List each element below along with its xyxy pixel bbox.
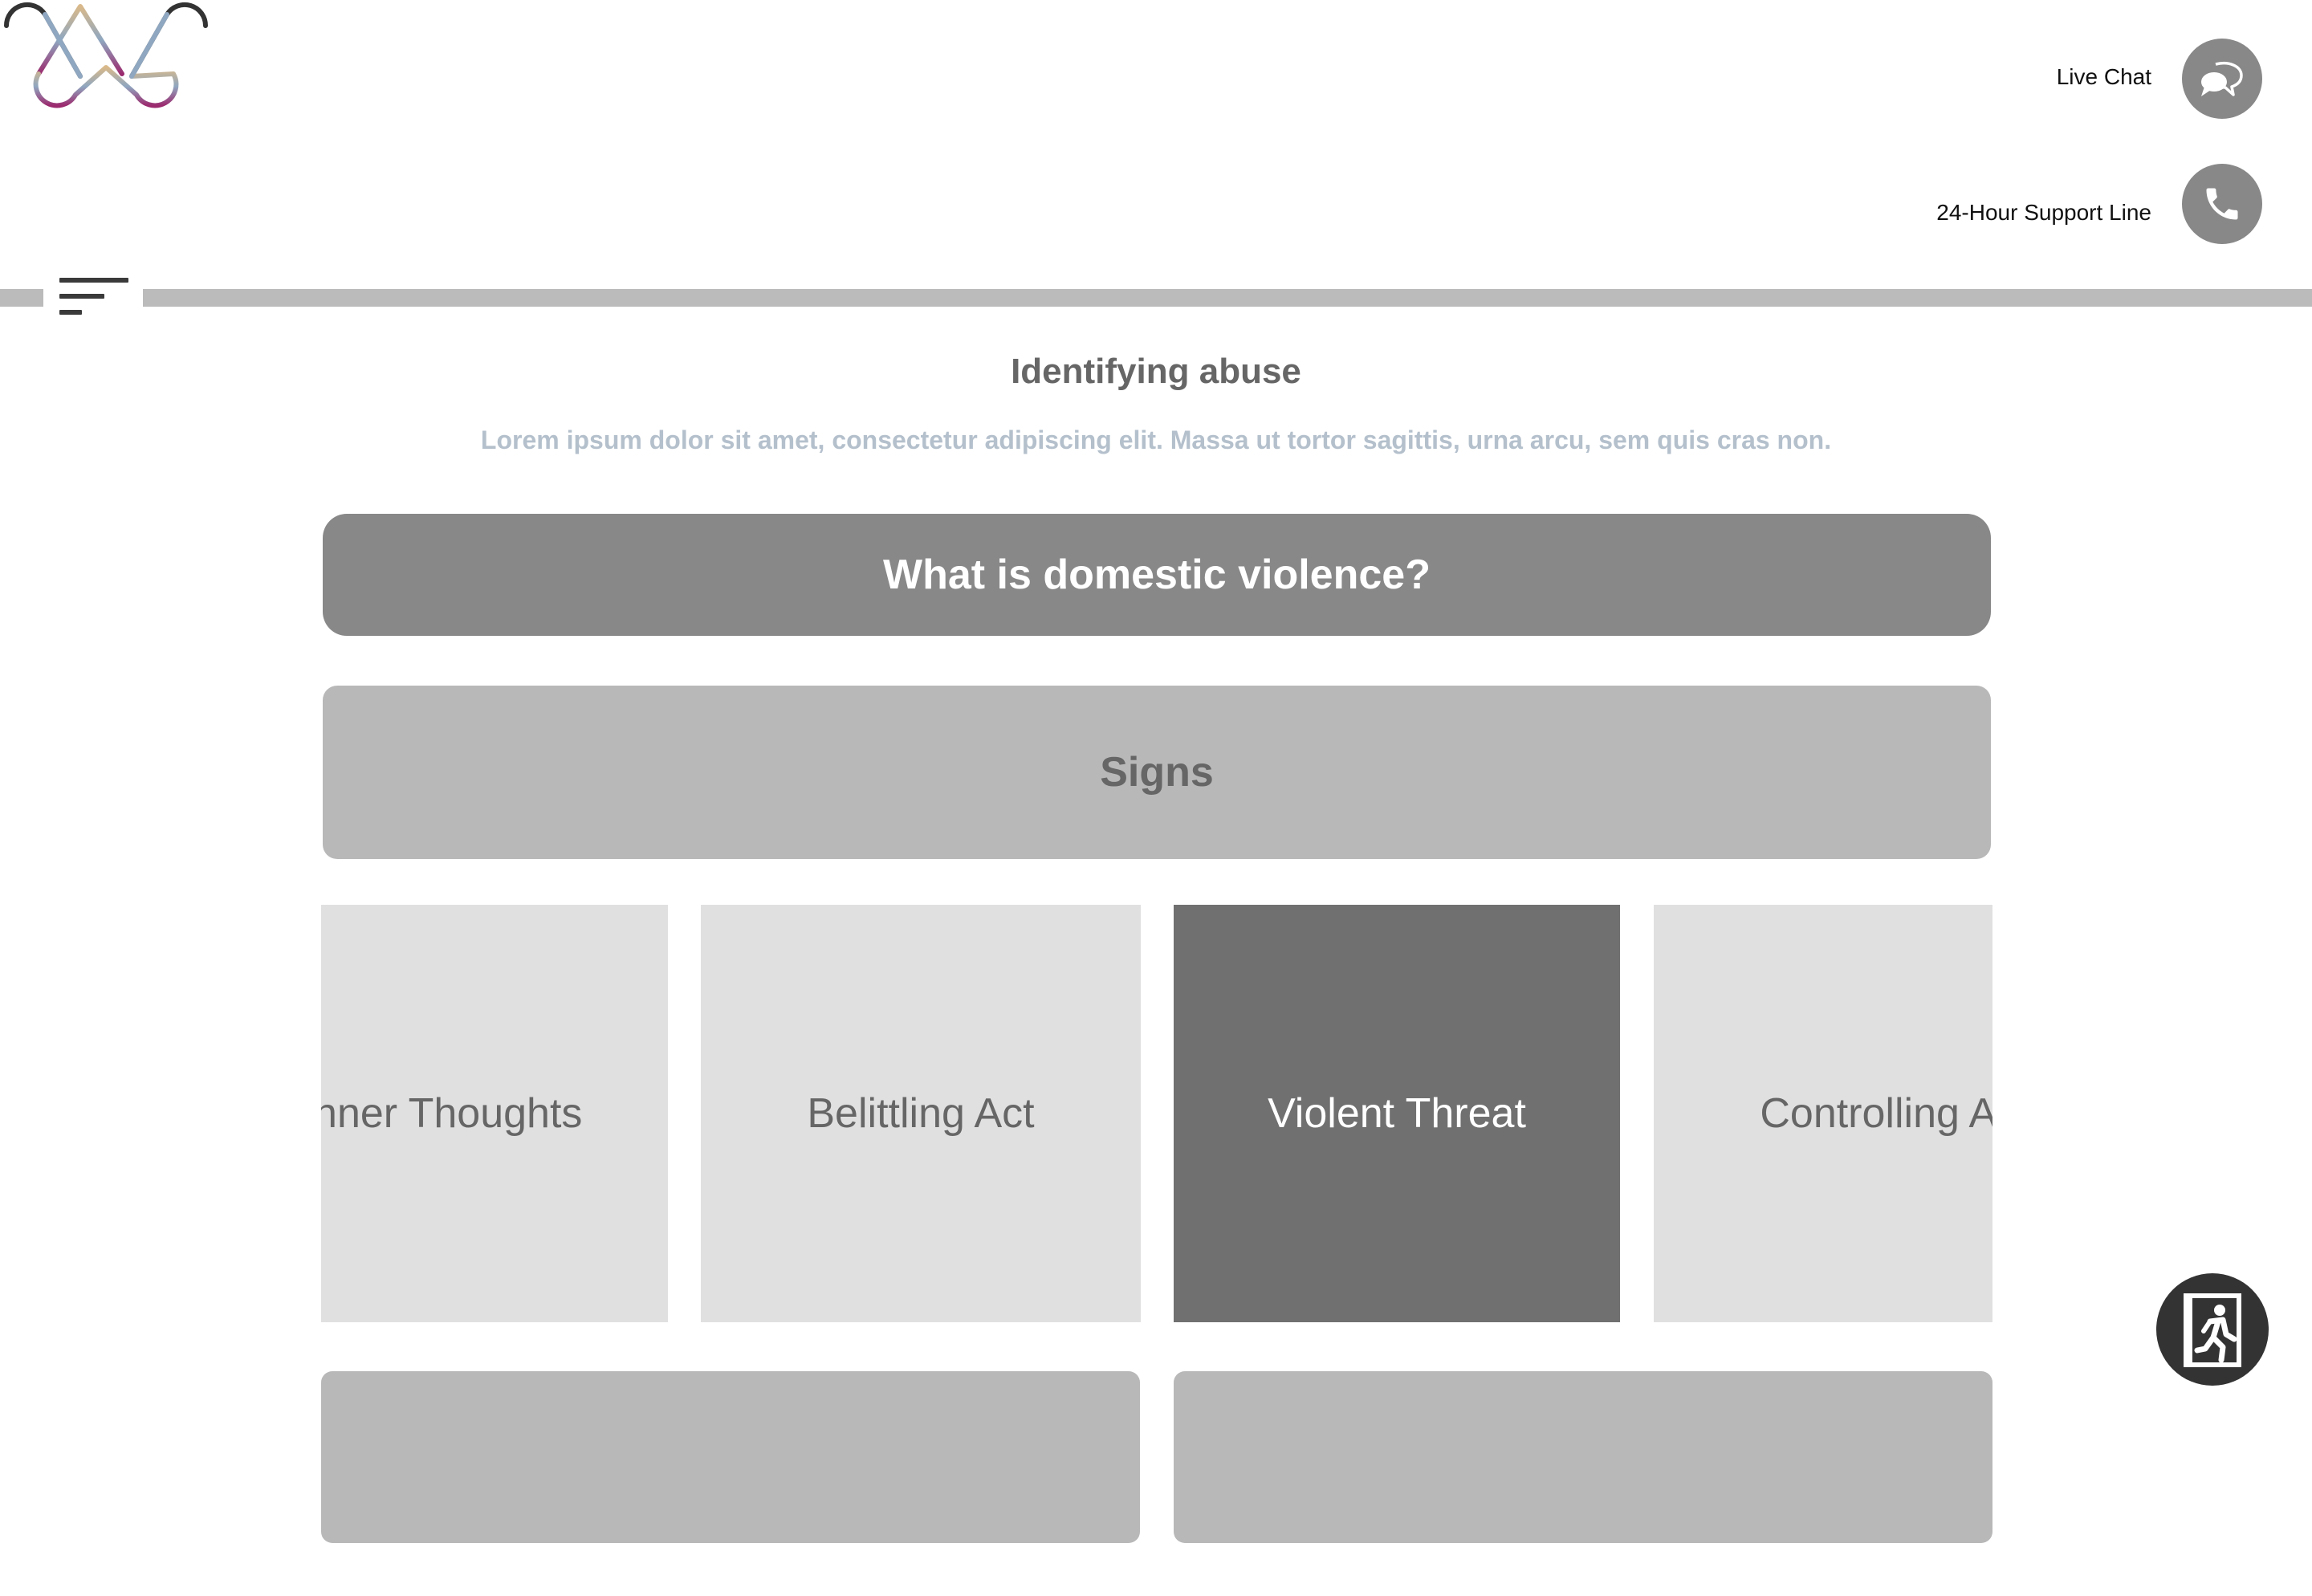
menu-line-icon [59,310,82,315]
card-violent-threat[interactable]: Violent Threat [1174,905,1620,1322]
support-line-button[interactable] [2182,164,2262,244]
live-chat-label[interactable]: Live Chat [2057,64,2151,90]
quick-exit-button[interactable] [2156,1273,2269,1386]
menu-button[interactable] [59,278,128,316]
logo[interactable] [0,0,212,122]
what-is-dv-button[interactable]: What is domestic violence? [323,514,1991,636]
card-label: Controlling Act [1760,1090,1992,1137]
header-divider [143,289,2312,307]
header-divider-left [0,289,43,307]
bottom-tile-left[interactable] [321,1371,1140,1543]
card-controlling-act[interactable]: Controlling Act [1654,905,1992,1322]
card-label: Inner Thoughts [321,1090,583,1137]
menu-line-icon [59,278,128,283]
menu-line-icon [59,294,104,299]
card-belittling-act[interactable]: Belittling Act [701,905,1141,1322]
chat-bubbles-icon [2201,62,2243,96]
support-line-label[interactable]: 24-Hour Support Line [1936,200,2151,226]
card-label: Violent Threat [1268,1090,1526,1137]
emergency-exit-icon [2184,1293,2241,1367]
card-inner-thoughts[interactable]: Inner Thoughts [321,905,668,1322]
bottom-tile-right[interactable] [1174,1371,1992,1543]
signs-carousel[interactable]: Inner Thoughts Belittling Act Violent Th… [321,905,1992,1322]
signs-button[interactable]: Signs [323,686,1991,859]
page-title: Identifying abuse [1011,352,1301,391]
page-subtitle: Lorem ipsum dolor sit amet, consectetur … [480,425,1832,454]
live-chat-button[interactable] [2182,39,2262,119]
card-label: Belittling Act [807,1090,1035,1137]
phone-icon [2206,188,2238,220]
